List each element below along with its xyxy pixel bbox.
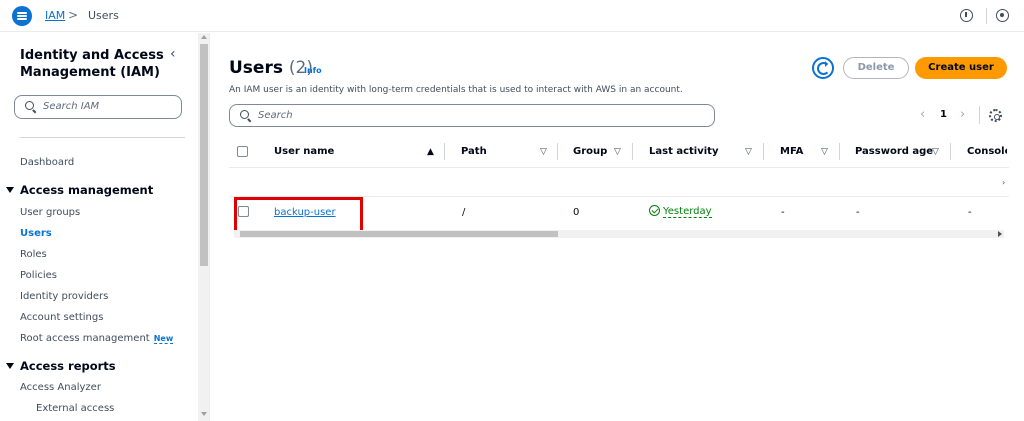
select-all-checkbox[interactable] [237, 146, 248, 157]
create-user-button[interactable]: Create user [915, 57, 1007, 79]
settings-icon[interactable] [996, 9, 1009, 22]
sidebar-item-identity-providers[interactable]: Identity providers [20, 291, 108, 302]
sidebar-item-policies[interactable]: Policies [20, 270, 57, 281]
column-header-user-name[interactable]: User name [274, 146, 334, 157]
column-header-path[interactable]: Path [461, 146, 487, 157]
success-check-icon [649, 205, 660, 216]
sort-icon[interactable]: ▽ [932, 147, 939, 157]
menu-icon[interactable] [12, 6, 32, 26]
caret-down-icon [6, 187, 14, 193]
search-input[interactable]: Search [229, 104, 715, 127]
divider [979, 106, 980, 124]
column-divider[interactable] [632, 143, 633, 160]
preferences-gear-icon[interactable] [989, 109, 1002, 122]
new-badge: New [153, 334, 174, 344]
sidebar-item-label: Root access management [20, 333, 150, 344]
page-number[interactable]: 1 [940, 109, 947, 120]
table-header-divider [229, 167, 1009, 168]
collapse-sidebar-icon[interactable]: ‹ [170, 46, 176, 62]
mfa-cell: - [781, 207, 785, 218]
search-placeholder: Search [258, 110, 293, 121]
scroll-right-icon: › [1002, 178, 1006, 187]
search-icon [240, 110, 249, 119]
column-header-console[interactable]: Console [967, 146, 1007, 157]
column-header-groups[interactable]: Groups [573, 146, 607, 157]
column-header-password-age[interactable]: Password age [855, 146, 933, 157]
password-age-cell: - [856, 207, 860, 218]
sidebar: Identity and Access Management (IAM) ‹ S… [0, 33, 198, 421]
column-divider[interactable] [763, 143, 764, 160]
info-link[interactable]: Info [304, 66, 322, 75]
console-cell: - [968, 207, 972, 218]
last-activity-cell: Yesterday [649, 205, 712, 218]
page-title: Users (2) [229, 58, 313, 78]
next-page-button[interactable]: › [960, 107, 965, 122]
divider [20, 137, 185, 138]
sort-icon[interactable]: ▽ [821, 147, 828, 157]
scroll-right-arrow-icon[interactable] [998, 231, 1002, 237]
sidebar-scrollbar-thumb[interactable] [200, 44, 208, 266]
sidebar-item-dashboard[interactable]: Dashboard [20, 157, 74, 168]
sidebar-search-placeholder: Search IAM [43, 101, 100, 112]
scroll-down-icon[interactable] [201, 412, 207, 416]
column-header-mfa[interactable]: MFA [780, 146, 803, 157]
column-header-last-activity[interactable]: Last activity [649, 146, 718, 157]
sidebar-item-root-access-management[interactable]: Root access management New [20, 333, 174, 344]
caret-down-icon [6, 363, 14, 369]
sidebar-search-input[interactable]: Search IAM [14, 95, 182, 119]
search-icon [25, 101, 34, 110]
delete-button[interactable]: Delete [843, 57, 909, 79]
refresh-button[interactable] [812, 57, 834, 79]
sidebar-item-account-settings[interactable]: Account settings [20, 312, 103, 323]
column-divider[interactable] [950, 143, 951, 160]
info-icon[interactable] [960, 9, 973, 22]
previous-page-button[interactable]: ‹ [920, 107, 925, 122]
sidebar-title: Identity and Access Management (IAM) [20, 48, 164, 80]
sort-ascending-icon[interactable]: ▲ [427, 147, 434, 157]
sidebar-section-access-reports[interactable]: Access reports [6, 359, 116, 373]
breadcrumb-separator: > [68, 8, 79, 22]
scroll-up-icon[interactable] [201, 35, 207, 39]
path-cell: / [462, 207, 466, 218]
sidebar-section-label: Access reports [20, 359, 116, 373]
groups-cell: 0 [573, 207, 580, 218]
sidebar-item-access-analyzer[interactable]: Access Analyzer [20, 382, 101, 393]
breadcrumb-users: Users [88, 9, 119, 22]
sort-icon[interactable]: ▽ [614, 147, 621, 157]
highlight-annotation-box [234, 197, 363, 233]
column-divider[interactable] [557, 143, 558, 160]
column-divider[interactable] [839, 143, 840, 160]
page-title-text: Users [229, 58, 283, 78]
column-divider[interactable] [444, 143, 445, 160]
sidebar-item-user-groups[interactable]: User groups [20, 207, 80, 218]
sort-icon[interactable]: ▽ [745, 147, 752, 157]
breadcrumb-iam[interactable]: IAM [45, 9, 65, 22]
sidebar-section-access-management[interactable]: Access management [6, 183, 153, 197]
top-navigation: IAM > Users [0, 0, 1024, 32]
sidebar-item-roles[interactable]: Roles [20, 249, 47, 260]
sidebar-item-external-access[interactable]: External access [36, 403, 114, 414]
table-scrollbar-thumb[interactable] [240, 231, 558, 237]
page-description: An IAM user is an identity with long-ter… [229, 85, 683, 95]
sort-icon[interactable]: ▽ [540, 147, 547, 157]
sidebar-section-label: Access management [20, 183, 154, 197]
sidebar-item-users[interactable]: Users [20, 228, 52, 239]
last-activity-value[interactable]: Yesterday [663, 206, 712, 218]
divider [986, 8, 987, 24]
